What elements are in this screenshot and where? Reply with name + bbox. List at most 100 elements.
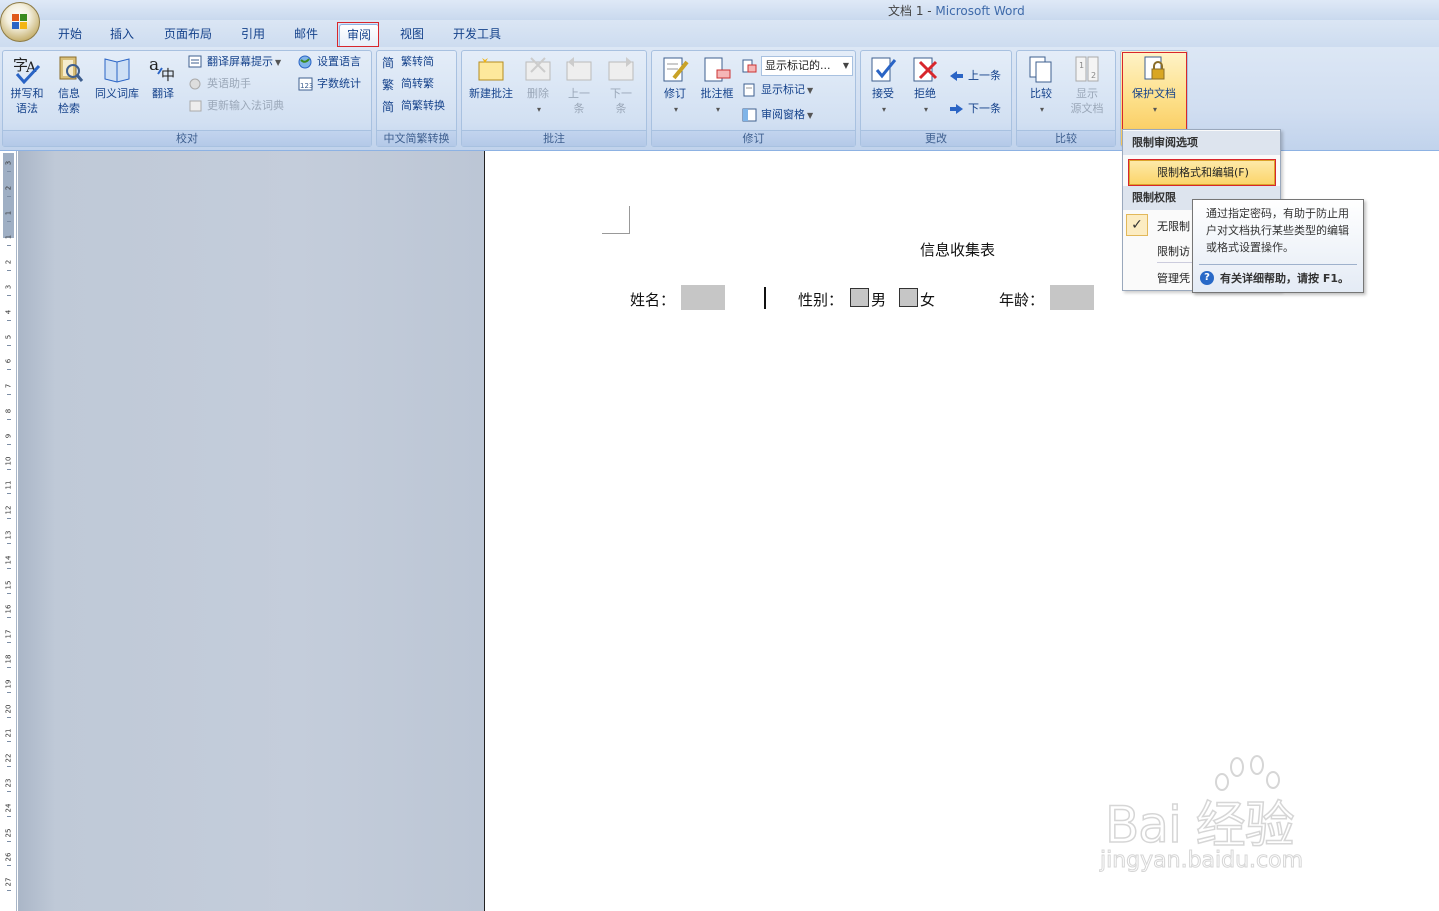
ruler-tick: [7, 667, 11, 668]
reviewing-pane-button[interactable]: 审阅窗格 ▼: [742, 105, 813, 125]
next-comment-button[interactable]: 下一 条: [603, 54, 639, 116]
globe-icon: [298, 55, 313, 69]
female-checkbox[interactable]: [899, 288, 918, 307]
show-markup-icon: [742, 83, 757, 97]
ruler-tick: [7, 741, 11, 743]
ruler-tick: [7, 344, 11, 346]
vertical-ruler[interactable]: 3 2 1 1 2 3 4 5 6 7 8 9 10 11 12 13 14 15 16 17 18 19 20 21 22 23…: [0, 151, 17, 911]
new-comment-label: 新建批注: [469, 87, 513, 100]
group-label-tracking: 修订: [652, 130, 855, 146]
tab-home[interactable]: 开始: [50, 24, 90, 47]
compare-label: 比较: [1030, 87, 1052, 100]
translate-button[interactable]: a中 翻译: [145, 54, 181, 101]
ruler-number: 15: [4, 580, 13, 590]
document-title: 信息收集表: [920, 241, 996, 259]
restricted-access-item[interactable]: 限制访: [1157, 243, 1190, 259]
name-field[interactable]: [681, 285, 725, 310]
male-checkbox[interactable]: [850, 288, 869, 307]
manage-credentials-item[interactable]: 管理凭: [1157, 270, 1190, 286]
ruler-tick: [7, 419, 11, 420]
research-label: 信息 检索: [58, 87, 80, 115]
track-changes-label: 修订: [664, 87, 686, 100]
dropdown-arrow-icon: ▼: [275, 58, 282, 67]
previous-comment-button[interactable]: 上一 条: [561, 54, 597, 116]
ruler-tick: [7, 815, 11, 817]
reject-button[interactable]: 拒绝 ▾: [907, 54, 943, 117]
update-dictionary-icon: [188, 99, 203, 113]
accept-button[interactable]: 接受 ▾: [865, 54, 901, 117]
group-tracking: 修订 ▾ 批注框 ▾ 显示标记的... ▼ 显示标记 ▼ 审阅窗格 ▼ 修订: [651, 50, 856, 147]
ruler-tick: [7, 443, 11, 445]
ruler-number: 9: [4, 433, 13, 439]
ruler-tick: [7, 220, 11, 222]
english-assistant-icon: [188, 77, 203, 91]
show-source-documents-button[interactable]: 12 显示 源文档: [1063, 54, 1111, 116]
ruler-tick: [7, 270, 11, 272]
group-changes: 接受 ▾ 拒绝 ▾ 上一条 下一条 更改: [860, 50, 1012, 147]
ruler-tick: [7, 245, 11, 247]
ruler-tick: [7, 691, 11, 693]
update-ime-dictionary-button[interactable]: 更新输入法词典: [188, 96, 284, 116]
simplified-to-traditional-button[interactable]: 繁简转繁: [382, 74, 434, 94]
tab-references[interactable]: 引用: [233, 24, 273, 47]
translate-screentip-button[interactable]: 翻译屏幕提示 ▼: [188, 52, 281, 72]
word-count-button[interactable]: 123 字数统计: [298, 74, 361, 94]
ruler-tick: [7, 716, 11, 718]
thesaurus-button[interactable]: 同义词库: [91, 54, 143, 101]
female-label: 女: [920, 291, 936, 309]
compare-button[interactable]: 比较 ▾: [1023, 54, 1059, 117]
screentip-icon: [188, 55, 203, 69]
ruler-number: 4: [4, 309, 13, 315]
window-title: 文档 1 - Microsoft Word: [888, 2, 1025, 19]
track-changes-icon: [660, 54, 690, 84]
title-bar: 文档 1 - Microsoft Word: [0, 0, 1439, 20]
previous-change-button[interactable]: 上一条: [949, 66, 1001, 86]
ruler-tick: [7, 518, 11, 520]
next-comment-label: 下一 条: [610, 87, 632, 115]
dropdown-arrow-icon: ▼: [807, 86, 814, 95]
new-comment-button[interactable]: 新建批注: [465, 54, 517, 101]
office-button[interactable]: [0, 2, 40, 42]
next-change-icon: [949, 102, 964, 116]
translate-icon: a中: [148, 54, 178, 84]
thesaurus-book-icon: [102, 54, 132, 84]
display-for-review-value: 显示标记的...: [765, 59, 831, 72]
application-name: Microsoft Word: [935, 4, 1025, 18]
track-changes-button[interactable]: 修订 ▾: [657, 54, 693, 117]
traditional-to-simplified-button[interactable]: 简繁转简: [382, 52, 434, 72]
tab-mailings[interactable]: 邮件: [286, 24, 326, 47]
ruler-tick: [7, 890, 11, 892]
ruler-number: 12: [4, 505, 13, 515]
accept-label: 接受: [872, 87, 894, 100]
ruler-number: 19: [4, 679, 13, 689]
ruler-number: 24: [4, 803, 13, 813]
review-tab-highlight: [337, 22, 379, 47]
show-markup-button[interactable]: 显示标记 ▼: [742, 80, 813, 100]
compare-icon: [1026, 54, 1056, 84]
ruler-number: 3: [4, 284, 13, 290]
svg-text:2: 2: [1091, 71, 1096, 80]
spelling-grammar-button[interactable]: 字A 拼写和 语法: [5, 54, 49, 116]
english-assistant-button[interactable]: 英语助手: [188, 74, 251, 94]
delete-comment-button[interactable]: 删除 ▾: [520, 54, 556, 117]
tab-insert[interactable]: 插入: [102, 24, 142, 47]
screentip-divider: [1199, 264, 1357, 265]
chinese-conversion-button[interactable]: 简简繁转换: [382, 96, 445, 116]
svg-text:繁: 繁: [382, 77, 394, 91]
age-field[interactable]: [1050, 285, 1094, 310]
unrestricted-access-item[interactable]: 无限制: [1157, 218, 1190, 234]
next-change-button[interactable]: 下一条: [949, 99, 1001, 119]
balloons-button[interactable]: 批注框 ▾: [697, 54, 737, 117]
new-comment-icon: [476, 54, 506, 84]
thesaurus-label: 同义词库: [95, 87, 139, 100]
dropdown-arrow-icon: ▼: [807, 111, 814, 120]
display-for-review-select[interactable]: 显示标记的... ▼: [761, 56, 853, 76]
balloons-icon: [702, 54, 732, 84]
group-proofing: 字A 拼写和 语法 信息 检索 同义词库 a中 翻译 翻译屏幕提示▼ 英语助手: [2, 50, 372, 147]
set-language-button[interactable]: 设置语言: [298, 52, 361, 72]
tab-page-layout[interactable]: 页面布局: [158, 24, 218, 47]
research-button[interactable]: 信息 检索: [50, 54, 88, 116]
document-name: 文档 1 -: [888, 4, 936, 18]
tab-view[interactable]: 视图: [392, 24, 432, 47]
tab-developer[interactable]: 开发工具: [446, 24, 508, 47]
